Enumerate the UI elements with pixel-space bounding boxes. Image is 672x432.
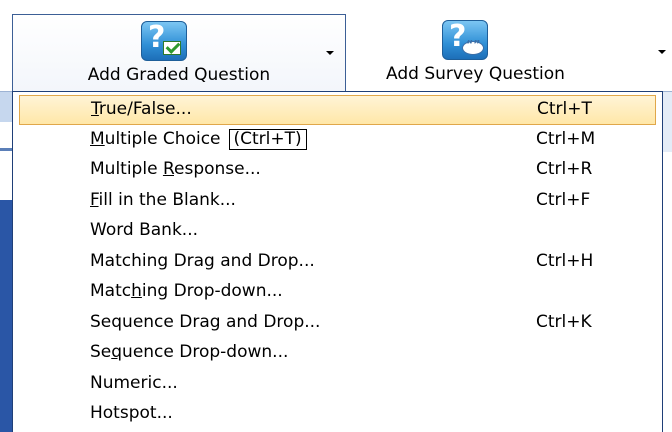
question-speech-icon: ? — [442, 19, 488, 60]
add-graded-question-label: Add Graded Question — [87, 65, 271, 85]
menu-item-label: Multiple Choice (Ctrl+T) — [90, 128, 307, 150]
background-panel — [0, 92, 12, 122]
question-check-icon: ? — [141, 20, 187, 61]
menu-item[interactable]: Hotspot... — [19, 400, 656, 430]
menu-item[interactable]: Sequence Drop-down... — [19, 339, 656, 369]
menu-item[interactable]: Matching Drop-down... — [19, 278, 656, 308]
menu-item-label: Hotspot... — [90, 403, 173, 423]
background-panel — [663, 92, 672, 152]
menu-item[interactable]: Word Bank... — [19, 217, 656, 247]
add-survey-question-label: Add Survey Question — [386, 64, 565, 84]
background-panel — [0, 200, 12, 432]
menu-item-shortcut: Ctrl+T — [537, 99, 592, 119]
menu-item-shortcut: Ctrl+K — [536, 311, 592, 332]
menu-item-label: Fill in the Blank... — [90, 189, 236, 210]
background-divider — [0, 148, 12, 151]
menu-item-label: Sequence Drop-down... — [90, 342, 289, 362]
add-graded-question-button[interactable]: ? Add Graded Question — [12, 14, 346, 91]
menu-item-label: Sequence Drag and Drop... — [90, 311, 321, 332]
menu-item[interactable]: Multiple Response... Ctrl+R — [19, 156, 656, 186]
menu-item-label: Numeric... — [90, 372, 178, 393]
add-graded-question-menu: True/False... Ctrl+T Multiple Choice (Ctrl+… — [12, 91, 663, 432]
menu-item-shortcut: Ctrl+R — [536, 159, 593, 179]
dropdown-arrow-icon[interactable] — [658, 50, 666, 54]
menu-item[interactable]: Matching Drag and Drop... Ctrl+H — [19, 248, 656, 278]
menu-item-label: Matching Drop-down... — [90, 281, 283, 301]
menu-item-label: Word Bank... — [90, 220, 199, 240]
menu-item[interactable]: Numeric... — [19, 370, 656, 400]
menu-item-shortcut: Ctrl+H — [536, 250, 594, 271]
menu-item-shortcut: Ctrl+M — [536, 128, 596, 149]
dropdown-arrow-icon[interactable] — [326, 51, 334, 55]
menu-item[interactable]: Multiple Choice (Ctrl+T) Ctrl+M — [19, 126, 656, 156]
menu-item[interactable]: Sequence Drag and Drop... Ctrl+K — [19, 309, 656, 339]
menu-item[interactable]: True/False... Ctrl+T — [19, 95, 656, 125]
menu-item[interactable]: Fill in the Blank... Ctrl+F — [19, 187, 656, 217]
menu-item-label: Matching Drag and Drop... — [90, 250, 315, 271]
menu-item-label: Multiple Response... — [90, 159, 261, 179]
shortcut-tooltip: (Ctrl+T) — [228, 128, 307, 150]
menu-item-shortcut: Ctrl+F — [536, 189, 591, 210]
menu-item-label: True/False... — [91, 99, 192, 119]
ribbon: ? Add Graded Question ? Add Survey Quest… — [0, 0, 672, 92]
add-survey-question-button[interactable]: ? Add Survey Question — [346, 14, 672, 91]
